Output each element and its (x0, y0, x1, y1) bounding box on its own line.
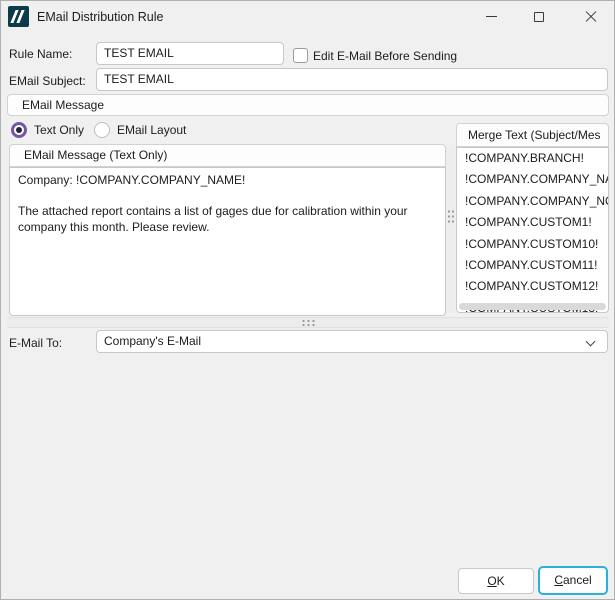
cancel-button[interactable]: Cancel (538, 566, 608, 595)
cancel-button-label: C (554, 573, 563, 587)
list-item[interactable]: !COMPANY.COMPANY_NAM (457, 169, 608, 190)
email-layout-radio[interactable] (94, 122, 110, 138)
close-button[interactable] (568, 1, 614, 32)
email-message-text-only-header: EMail Message (Text Only) (9, 144, 446, 167)
close-icon (585, 11, 597, 23)
merge-text-list: !COMPANY.BRANCH! !COMPANY.COMPANY_NAM !C… (456, 147, 609, 313)
email-layout-radio-label: EMail Layout (117, 123, 186, 137)
app-logo-icon (8, 6, 29, 27)
list-item[interactable]: !COMPANY.CUSTOM1! (457, 212, 608, 233)
text-only-radio[interactable] (11, 122, 27, 138)
list-item[interactable]: !COMPANY.BRANCH! (457, 148, 608, 169)
chevron-down-icon (587, 338, 595, 346)
ok-button[interactable]: OK (458, 568, 534, 594)
edit-email-before-sending-label: Edit E-Mail Before Sending (313, 49, 457, 63)
splitter-grip-icon (301, 319, 316, 327)
email-message-group-header: EMail Message (7, 94, 609, 116)
email-to-label: E-Mail To: (9, 336, 62, 350)
email-message-body: Company: !COMPANY.COMPANY_NAME! The atta… (10, 168, 445, 240)
window-title: EMail Distribution Rule (37, 1, 163, 33)
rule-name-label: Rule Name: (9, 47, 72, 61)
list-item[interactable]: !COMPANY.COMPANY_NOT (457, 191, 608, 212)
email-subject-label: EMail Subject: (9, 74, 86, 88)
edit-email-before-sending-checkbox[interactable] (293, 48, 308, 63)
title-bar: EMail Distribution Rule (1, 1, 614, 33)
maximize-button[interactable] (516, 1, 562, 32)
horizontal-scrollbar[interactable] (459, 303, 606, 310)
minimize-button[interactable] (468, 1, 514, 32)
list-item[interactable]: !COMPANY.CUSTOM11! (457, 255, 608, 276)
ok-button-label-rest: K (497, 574, 505, 588)
email-message-textarea[interactable]: Company: !COMPANY.COMPANY_NAME! The atta… (9, 167, 446, 316)
horizontal-splitter[interactable] (7, 317, 609, 328)
email-distribution-rule-dialog: EMail Distribution Rule Rule Name: TEST … (0, 0, 615, 600)
email-subject-input[interactable]: TEST EMAIL (96, 68, 608, 91)
email-to-dropdown[interactable]: Company's E-Mail (96, 330, 608, 353)
vertical-splitter[interactable] (446, 147, 455, 313)
list-item[interactable]: !COMPANY.CUSTOM12! (457, 276, 608, 297)
rule-name-input[interactable]: TEST EMAIL (96, 42, 284, 65)
email-to-selected-value: Company's E-Mail (104, 334, 201, 348)
cancel-button-label-rest: ancel (563, 573, 592, 587)
merge-text-column-header[interactable]: Merge Text (Subject/Mes (456, 123, 609, 147)
splitter-grip-icon (447, 209, 454, 223)
minimize-icon (486, 16, 497, 17)
ok-button-label: O (487, 574, 496, 588)
maximize-icon (534, 12, 544, 22)
text-only-radio-label: Text Only (34, 123, 84, 137)
list-item[interactable]: !COMPANY.CUSTOM10! (457, 234, 608, 255)
